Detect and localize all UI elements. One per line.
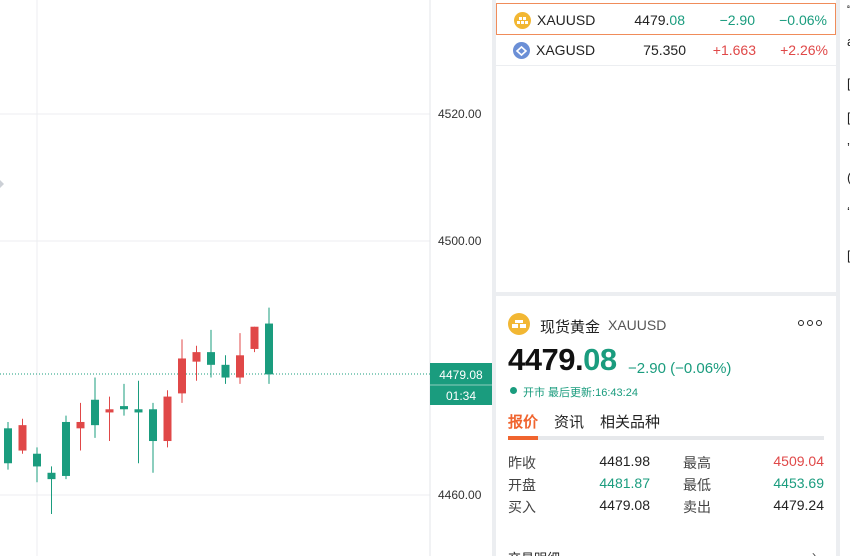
candle-body	[76, 421, 85, 429]
gold-bars-icon	[508, 313, 530, 335]
candle	[221, 355, 230, 384]
watchlist-symbol: XAGUSD	[536, 42, 596, 58]
market-status: 开市 最后更新:16:43:24	[523, 387, 638, 399]
trade-details-title[interactable]: 交易明细	[508, 548, 560, 556]
price-main: 4479.	[634, 12, 670, 28]
last-price: 4479.08	[508, 342, 617, 378]
price-tail: 08	[669, 12, 685, 28]
price-change: −2.90 (−0.06%)	[628, 360, 732, 377]
tab-track	[508, 436, 824, 440]
watchlist-price: 75.350	[643, 42, 686, 58]
candle	[76, 402, 85, 451]
ask-label: 卖出	[683, 499, 711, 515]
candle	[178, 339, 186, 403]
candle	[62, 415, 70, 480]
candle-countdown-label: 01:34	[446, 389, 476, 403]
candle-body	[236, 355, 244, 378]
open-label: 开盘	[508, 477, 536, 493]
low-label: 最低	[683, 477, 711, 493]
candle-body	[221, 364, 230, 378]
watchlist-change-pct: −0.06%	[779, 12, 827, 28]
candle	[105, 396, 114, 442]
scroll-left-icon[interactable]	[0, 180, 4, 188]
silver-icon	[513, 42, 530, 59]
chart-canvas[interactable]: 4520.00 4500.00 4460.00 4479.08 01:34	[0, 0, 492, 556]
candle-body	[33, 453, 41, 467]
candle-body	[163, 396, 172, 442]
candle	[236, 333, 244, 384]
tab-related[interactable]: 相关品种	[600, 411, 660, 432]
watchlist-symbol: XAUUSD	[537, 12, 596, 28]
candle	[265, 307, 273, 384]
low-value: 4453.69	[773, 475, 824, 491]
prev-close-label: 昨收	[508, 455, 536, 471]
candle	[163, 390, 172, 448]
candle-body	[207, 352, 215, 365]
candle	[207, 329, 215, 378]
tab-news[interactable]: 资讯	[554, 411, 584, 432]
clipped-text: ‘	[847, 204, 850, 219]
bid-label: 买入	[508, 499, 536, 515]
candles-group	[4, 307, 273, 515]
candle-body	[18, 425, 27, 451]
tab-quote[interactable]: 报价	[508, 411, 538, 432]
candle-body	[91, 399, 99, 426]
candle	[91, 377, 99, 438]
clipped-text: ’	[847, 140, 850, 155]
candle	[250, 326, 259, 353]
row-divider	[496, 65, 836, 66]
symbol-code: XAUUSD	[608, 317, 667, 333]
more-options-icon[interactable]	[798, 318, 822, 328]
watchlist-change-pct: +2.26%	[780, 42, 828, 58]
axis-tick-label: 4460.00	[438, 488, 482, 502]
current-price-label: 4479.08	[439, 368, 483, 382]
candle	[33, 447, 41, 483]
candle	[134, 380, 143, 464]
axis-tick-label: 4520.00	[438, 107, 482, 121]
axis-tick-label: 4500.00	[438, 234, 482, 248]
market-open-dot-icon	[510, 387, 517, 394]
clipped-side-panel: “ a [ [ ’ ( ‘ [	[840, 0, 850, 556]
candle-body	[105, 409, 114, 413]
gold-bars-icon	[514, 12, 531, 29]
watchlist-price: 4479.08	[634, 12, 685, 28]
tab-active-indicator	[508, 436, 538, 440]
candlestick-chart[interactable]: 4520.00 4500.00 4460.00 4479.08 01:34	[0, 0, 492, 556]
bid-value: 4479.08	[599, 497, 650, 513]
high-label: 最高	[683, 455, 711, 471]
candle	[18, 418, 27, 454]
watchlist-change: +1.663	[712, 42, 756, 58]
watchlist-row-xauusd[interactable]: XAUUSD 4479.08 −2.90 −0.06%	[496, 3, 836, 35]
watchlist-panel: XAUUSD 4479.08 −2.90 −0.06% XAGUSD 75.35…	[496, 0, 836, 292]
candle-body	[4, 428, 12, 464]
price-main: 4479.	[508, 342, 584, 377]
prev-close-value: 4481.98	[599, 453, 650, 469]
candle-body	[178, 358, 186, 394]
candle-body	[134, 409, 143, 413]
candle-body	[192, 352, 201, 362]
candle	[149, 402, 157, 473]
candle	[47, 466, 56, 515]
candle-body	[62, 421, 70, 476]
candle	[4, 421, 12, 470]
high-value: 4509.04	[773, 453, 824, 469]
open-value: 4481.87	[599, 475, 650, 491]
candle-body	[250, 326, 259, 349]
watchlist-row-xagusd[interactable]: XAGUSD 75.350 +1.663 +2.26%	[496, 34, 836, 66]
candle	[192, 345, 201, 381]
candle	[120, 383, 128, 416]
watchlist-change: −2.90	[719, 12, 755, 28]
price-tail: 08	[583, 342, 617, 377]
symbol-name: 现货黄金	[540, 319, 601, 336]
candle-body	[120, 406, 128, 410]
ask-value: 4479.24	[773, 497, 824, 513]
chevron-right-icon[interactable]: ›	[812, 548, 816, 556]
candle-body	[265, 323, 273, 375]
candle-body	[149, 409, 157, 442]
candle-body	[47, 472, 56, 480]
symbol-detail-panel: 现货黄金 XAUUSD 4479.08 −2.90 (−0.06%) 开市 最后…	[496, 296, 836, 556]
